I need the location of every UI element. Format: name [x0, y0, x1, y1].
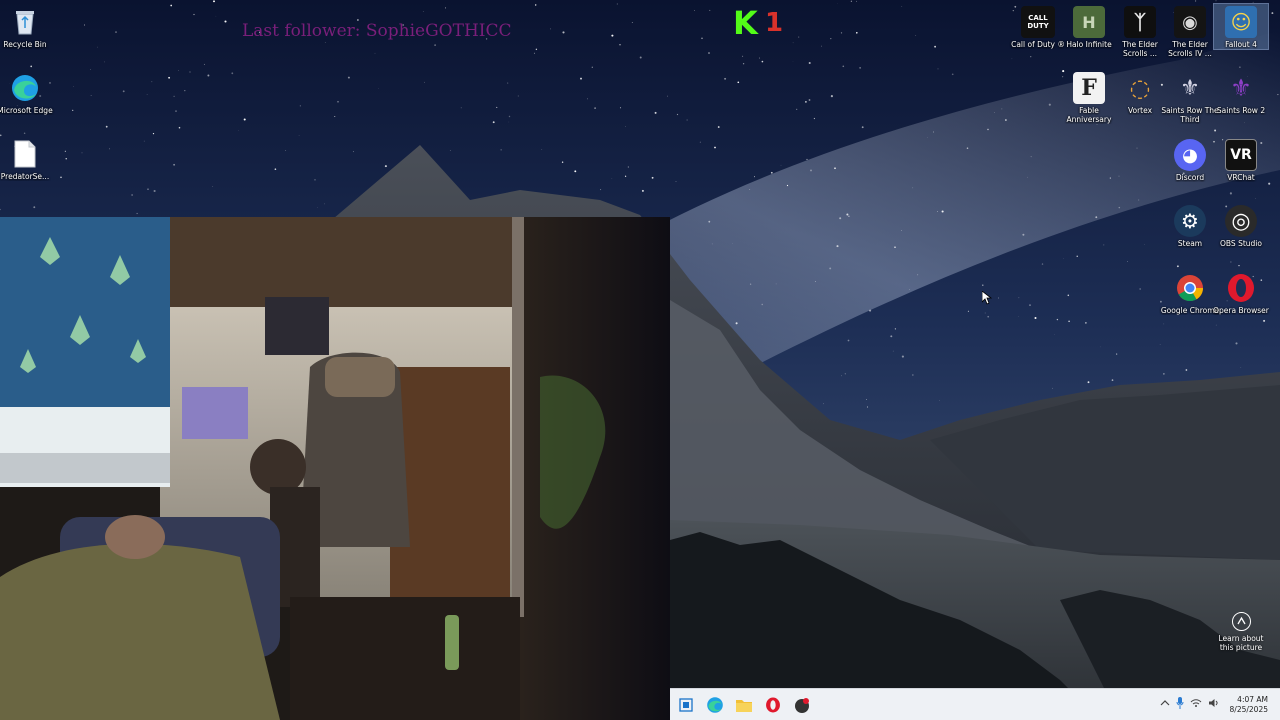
saints-row-3-icon: ⚜ — [1180, 75, 1200, 101]
opera-icon — [1225, 272, 1257, 304]
taskbar-clock[interactable]: 4:07 AM 8/25/2025 — [1230, 695, 1268, 715]
kick-logo: K — [733, 4, 758, 42]
windows-icon — [679, 697, 693, 712]
desktop-icon-opera-browser[interactable]: Opera Browser — [1213, 272, 1269, 315]
taskbar-opera[interactable] — [760, 691, 786, 719]
camera-icon — [1231, 612, 1251, 631]
vrchat-icon: VR — [1225, 139, 1257, 171]
last-follower-overlay: Last follower: SophieGOTHICC — [242, 21, 512, 41]
discord-icon: ◕ — [1174, 139, 1206, 171]
desktop-icon-halo-infinite[interactable]: H Halo Infinite — [1062, 6, 1116, 49]
desktop-icon-elder-scrolls-oblivion[interactable]: ◉ The Elder Scrolls IV ... — [1163, 6, 1217, 58]
mouse-cursor — [981, 290, 993, 305]
app-icon — [795, 697, 809, 713]
system-tray: 4:07 AM 8/25/2025 — [1160, 689, 1280, 720]
taskbar-file-explorer[interactable] — [731, 691, 757, 719]
skyrim-icon: ᛉ — [1124, 6, 1156, 38]
clock-time: 4:07 AM — [1237, 694, 1268, 704]
desktop-icon-call-of-duty[interactable]: CALL DUTY Call of Duty ® — [1011, 6, 1065, 49]
taskbar: 4:07 AM 8/25/2025 — [670, 688, 1280, 720]
edge-icon — [9, 72, 41, 104]
learn-about-picture-label: Learn about this picture — [1218, 634, 1264, 652]
obs-icon: ◎ — [1225, 205, 1257, 237]
fallout-4-icon: ☺ — [1225, 6, 1257, 38]
desktop-icon-label: PredatorSe... — [0, 172, 50, 181]
chrome-icon — [1174, 272, 1206, 304]
desktop-icon-fallout-4[interactable]: ☺ Fallout 4 — [1213, 3, 1269, 50]
fable-icon: F — [1073, 72, 1105, 104]
folder-icon — [736, 699, 752, 712]
learn-about-picture[interactable]: Learn about this picture — [1214, 612, 1268, 652]
desktop-icon-discord[interactable]: ◕ Discord — [1163, 139, 1217, 182]
steam-icon: ⚙ — [1174, 205, 1206, 237]
recycle-bin-icon — [9, 6, 41, 38]
desktop-icon-label: Recycle Bin — [3, 40, 47, 49]
desktop-icon-steam[interactable]: ⚙ Steam — [1163, 205, 1217, 248]
desktop-icon-label: Opera Browser — [1213, 306, 1269, 315]
file-icon — [9, 138, 41, 170]
desktop-icon-saints-row-2[interactable]: ⚜ Saints Row 2 — [1214, 72, 1268, 115]
desktop-icon-label: OBS Studio — [1220, 239, 1262, 248]
chevron-up-icon[interactable] — [1160, 699, 1170, 710]
start-button[interactable] — [673, 691, 699, 719]
desktop-icon-label: Microsoft Edge — [0, 106, 53, 115]
edge-icon — [707, 696, 723, 713]
oblivion-icon: ◉ — [1174, 6, 1206, 38]
webcam-feed — [0, 217, 670, 720]
wifi-icon[interactable] — [1190, 698, 1202, 711]
desktop-icon-saints-row-third[interactable]: ⚜ Saints Row The Third — [1161, 72, 1218, 125]
desktop-icon-label: Saints Row 2 — [1216, 106, 1266, 115]
kick-viewer-count: 1 — [765, 8, 784, 38]
microphone-icon[interactable] — [1176, 697, 1184, 712]
vortex-icon: ◌ — [1129, 74, 1151, 102]
desktop-icon-predatorse[interactable]: PredatorSe... — [0, 138, 52, 181]
clock-date: 8/25/2025 — [1229, 704, 1268, 714]
taskbar-app[interactable] — [789, 691, 815, 719]
desktop-icon-label: VRChat — [1227, 173, 1255, 182]
saints-row-2-icon: ⚜ — [1230, 74, 1252, 102]
opera-icon — [766, 697, 780, 712]
desktop-icon-google-chrome[interactable]: Google Chrome — [1161, 272, 1219, 315]
kick-viewer-badge: K 1 — [733, 4, 784, 42]
desktop-icon-vrchat[interactable]: VR VRChat — [1214, 139, 1268, 182]
desktop-icon-recycle-bin[interactable]: Recycle Bin — [0, 6, 52, 49]
desktop-icon-fable-anniversary[interactable]: F Fable Anniversary — [1062, 72, 1116, 124]
desktop-icon-label: Fallout 4 — [1225, 40, 1257, 49]
taskbar-edge[interactable] — [702, 691, 728, 719]
halo-infinite-icon: H — [1073, 6, 1105, 38]
volume-icon[interactable] — [1208, 698, 1220, 711]
desktop-icon-obs-studio[interactable]: ◎ OBS Studio — [1214, 205, 1268, 248]
call-of-duty-icon: CALL DUTY — [1021, 6, 1055, 38]
desktop-icon-microsoft-edge[interactable]: Microsoft Edge — [0, 72, 53, 115]
